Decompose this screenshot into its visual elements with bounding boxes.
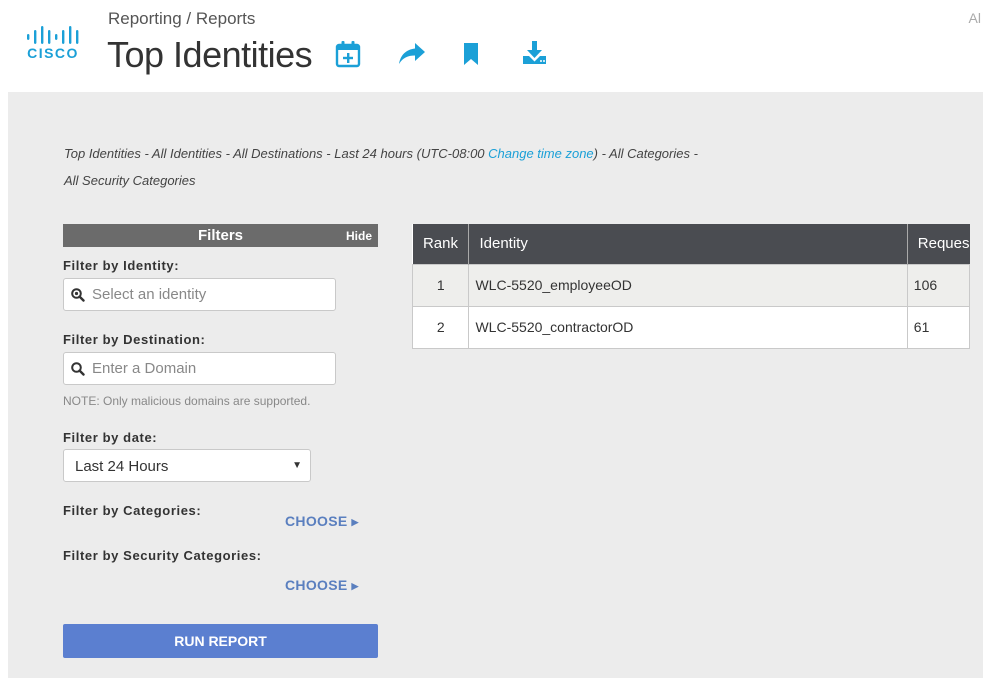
- cisco-bars-icon: [27, 26, 79, 44]
- summary-text-2: ) - All Categories -: [593, 146, 698, 161]
- date-select-value: Last 24 Hours: [75, 458, 169, 475]
- search-icon: [71, 362, 85, 376]
- report-toolbar: [335, 40, 583, 70]
- categories-filter-label: Filter by Categories:: [63, 503, 202, 518]
- caret-right-icon: ▶: [351, 581, 359, 591]
- identity-cell: WLC-5520_employeeOD: [468, 263, 908, 307]
- caret-down-icon: ▼: [292, 460, 302, 471]
- identity-field[interactable]: [63, 278, 336, 311]
- identity-cell: WLC-5520_contractorOD: [468, 305, 908, 349]
- column-header-identity[interactable]: Identity: [468, 224, 908, 264]
- destination-note: NOTE: Only malicious domains are support…: [63, 394, 311, 408]
- bookmark-icon: [464, 43, 478, 65]
- destination-filter-label: Filter by Destination:: [63, 332, 206, 347]
- share-button[interactable]: [397, 40, 459, 70]
- choose-security-categories-button[interactable]: CHOOSE ▶: [285, 577, 359, 593]
- requests-cell: 61: [906, 305, 971, 349]
- bookmark-button[interactable]: [459, 40, 521, 70]
- choose-security-categories-label: CHOOSE: [285, 577, 348, 593]
- table-row[interactable]: 1 WLC-5520_employeeOD 106: [411, 263, 971, 307]
- logo-text: CISCO: [27, 45, 79, 61]
- rank-cell: 2: [411, 305, 470, 349]
- date-filter-label: Filter by date:: [63, 430, 158, 445]
- run-report-button[interactable]: RUN REPORT: [63, 624, 378, 658]
- download-icon: [523, 41, 546, 64]
- calendar-add-icon: [335, 41, 361, 68]
- summary-text-1: Top Identities - All Identities - All De…: [64, 146, 489, 161]
- cisco-logo: CISCO: [24, 26, 84, 62]
- report-summary: Top Identities - All Identities - All De…: [64, 140, 744, 194]
- share-icon: [399, 43, 425, 64]
- summary-line-1: Top Identities - All Identities - All De…: [64, 140, 744, 167]
- page-title: Top Identities: [107, 34, 313, 75]
- filters-header: Filters Hide: [63, 224, 378, 247]
- choose-categories-label: CHOOSE: [285, 513, 348, 529]
- table-row[interactable]: 2 WLC-5520_contractorOD 61: [411, 305, 971, 349]
- results-table: Rank Identity Reques 1 WLC-5520_employee…: [411, 224, 971, 349]
- rank-cell: 1: [411, 263, 470, 307]
- filters-title: Filters: [197, 227, 243, 244]
- date-select[interactable]: Last 24 Hours ▼: [63, 449, 311, 482]
- hide-filters-button[interactable]: Hide: [346, 229, 372, 243]
- table-header-row: Rank Identity Reques: [412, 224, 970, 264]
- domain-search-input[interactable]: [92, 353, 332, 384]
- choose-categories-button[interactable]: CHOOSE ▶: [285, 513, 359, 529]
- column-header-rank[interactable]: Rank: [412, 224, 470, 264]
- change-time-zone-link[interactable]: Change time zone: [488, 146, 594, 161]
- destination-field[interactable]: [63, 352, 336, 385]
- identity-search-input[interactable]: [92, 279, 332, 310]
- report-panel: Top Identities - All Identities - All De…: [8, 92, 983, 678]
- search-identity-icon: [71, 288, 85, 302]
- schedule-report-button[interactable]: [335, 40, 397, 70]
- security-categories-filter-label: Filter by Security Categories:: [63, 548, 262, 563]
- caret-right-icon: ▶: [351, 517, 359, 527]
- top-right-text[interactable]: Al: [969, 10, 981, 26]
- requests-cell: 106: [906, 263, 971, 307]
- breadcrumb[interactable]: Reporting / Reports: [108, 9, 255, 29]
- summary-line-2: All Security Categories: [64, 173, 196, 188]
- identity-filter-label: Filter by Identity:: [63, 258, 180, 273]
- filters-panel: Filters Hide Filter by Identity: Filter …: [63, 224, 378, 658]
- download-button[interactable]: [521, 40, 583, 70]
- column-header-requests[interactable]: Reques: [907, 224, 970, 264]
